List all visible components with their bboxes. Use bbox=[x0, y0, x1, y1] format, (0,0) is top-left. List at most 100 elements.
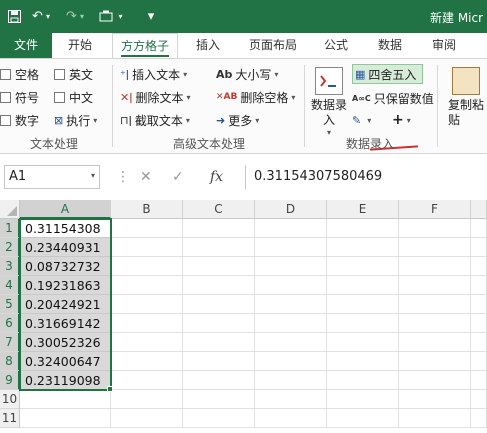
name-box[interactable]: A1 bbox=[4, 165, 100, 189]
column-header-a[interactable]: A bbox=[20, 200, 111, 219]
empty-cell[interactable] bbox=[183, 352, 255, 371]
empty-cell[interactable] bbox=[399, 219, 471, 238]
row-header[interactable]: 7 bbox=[0, 333, 20, 352]
empty-cell[interactable] bbox=[255, 238, 327, 257]
empty-cell[interactable] bbox=[111, 219, 183, 238]
cell-a6[interactable]: 0.31669142 bbox=[20, 314, 111, 333]
empty-cell[interactable] bbox=[327, 238, 399, 257]
column-header-g[interactable] bbox=[471, 200, 487, 219]
cell-a1[interactable]: 0.31154308 bbox=[20, 219, 111, 238]
empty-cell[interactable] bbox=[327, 295, 399, 314]
checkbox-number[interactable]: 数字 bbox=[0, 111, 39, 129]
empty-cell[interactable] bbox=[399, 352, 471, 371]
row-header[interactable]: 6 bbox=[0, 314, 20, 333]
column-header-f[interactable]: F bbox=[399, 200, 471, 219]
add-button[interactable]: + ▾ bbox=[392, 111, 411, 129]
empty-cell[interactable] bbox=[327, 219, 399, 238]
quick-access-menu-icon[interactable]: ▾ bbox=[146, 6, 156, 26]
empty-cell[interactable] bbox=[327, 352, 399, 371]
fill-handle[interactable] bbox=[107, 386, 113, 392]
empty-cell[interactable] bbox=[111, 257, 183, 276]
cell-a10[interactable] bbox=[20, 390, 111, 409]
case-button[interactable]: Ab 大小写 ▾ bbox=[216, 65, 278, 83]
customize-icon[interactable]: ▾ bbox=[96, 6, 126, 26]
cell-a8[interactable]: 0.32400647 bbox=[20, 352, 111, 371]
checkbox-english[interactable]: 英文 bbox=[54, 65, 93, 83]
empty-cell[interactable] bbox=[327, 257, 399, 276]
execute-button[interactable]: ⊠ 执行 ▾ bbox=[54, 111, 97, 129]
tab-page-layout[interactable]: 页面布局 bbox=[240, 33, 306, 58]
empty-cell[interactable] bbox=[111, 295, 183, 314]
empty-cell[interactable] bbox=[255, 371, 327, 390]
cell-a11[interactable] bbox=[20, 409, 111, 428]
cell-a3[interactable]: 0.08732732 bbox=[20, 257, 111, 276]
tab-review[interactable]: 审阅 bbox=[426, 33, 462, 58]
empty-cell[interactable] bbox=[183, 295, 255, 314]
empty-cell[interactable] bbox=[327, 390, 399, 409]
formula-menu-icon[interactable]: ⋮ bbox=[116, 165, 130, 189]
copy-paste-button[interactable]: 复制粘贴 bbox=[444, 67, 487, 128]
empty-cell[interactable] bbox=[255, 390, 327, 409]
column-header-b[interactable]: B bbox=[111, 200, 183, 219]
empty-cell[interactable] bbox=[327, 333, 399, 352]
row-header[interactable]: 8 bbox=[0, 352, 20, 371]
tab-formulas[interactable]: 公式 bbox=[318, 33, 354, 58]
insert-function-button[interactable]: fx bbox=[210, 165, 223, 189]
empty-cell[interactable] bbox=[399, 409, 471, 428]
select-all-button[interactable] bbox=[0, 200, 20, 219]
undo-icon[interactable]: ↶ ▾ bbox=[28, 6, 54, 26]
tab-file[interactable]: 文件 bbox=[0, 33, 52, 58]
empty-cell[interactable] bbox=[111, 314, 183, 333]
empty-cell[interactable] bbox=[255, 333, 327, 352]
redo-icon[interactable]: ↷ ▾ bbox=[62, 6, 88, 26]
empty-cell[interactable] bbox=[111, 238, 183, 257]
tab-insert[interactable]: 插入 bbox=[190, 33, 226, 58]
name-box-dropdown-icon[interactable]: ▾ bbox=[91, 171, 95, 180]
row-header[interactable]: 9 bbox=[0, 371, 20, 390]
empty-cell[interactable] bbox=[471, 257, 487, 276]
empty-cell[interactable] bbox=[255, 314, 327, 333]
row-header[interactable]: 3 bbox=[0, 257, 20, 276]
empty-cell[interactable] bbox=[183, 238, 255, 257]
row-header[interactable]: 1 bbox=[0, 219, 20, 238]
empty-cell[interactable] bbox=[399, 314, 471, 333]
column-header-d[interactable]: D bbox=[255, 200, 327, 219]
formula-input[interactable]: 0.31154307580469 bbox=[245, 165, 487, 189]
empty-cell[interactable] bbox=[471, 314, 487, 333]
empty-cell[interactable] bbox=[471, 390, 487, 409]
delete-text-button[interactable]: ✕ǀ 删除文本 ▾ bbox=[120, 88, 191, 106]
empty-cell[interactable] bbox=[471, 295, 487, 314]
insert-text-button[interactable]: ⁺ǀ 插入文本 ▾ bbox=[120, 65, 187, 83]
empty-cell[interactable] bbox=[111, 371, 183, 390]
tab-fangfang[interactable]: 方方格子 bbox=[112, 33, 178, 59]
spreadsheet-grid[interactable]: A B C D E F 1 2 3 4 5 6 7 8 9 10 11 0.31… bbox=[0, 200, 487, 433]
empty-cell[interactable] bbox=[327, 371, 399, 390]
empty-cell[interactable] bbox=[399, 333, 471, 352]
cancel-icon[interactable]: ✕ bbox=[140, 165, 152, 189]
empty-cell[interactable] bbox=[111, 409, 183, 428]
enter-icon[interactable]: ✓ bbox=[172, 165, 184, 189]
column-header-e[interactable]: E bbox=[327, 200, 399, 219]
cell-a9[interactable]: 0.23119098 bbox=[20, 371, 111, 390]
empty-cell[interactable] bbox=[111, 276, 183, 295]
empty-cell[interactable] bbox=[255, 409, 327, 428]
empty-cell[interactable] bbox=[471, 352, 487, 371]
empty-cell[interactable] bbox=[327, 314, 399, 333]
data-entry-button[interactable]: 数据录入 ▾ bbox=[309, 67, 349, 137]
checkbox-space[interactable]: 空格 bbox=[0, 65, 39, 83]
empty-cell[interactable] bbox=[471, 276, 487, 295]
empty-cell[interactable] bbox=[399, 257, 471, 276]
empty-cell[interactable] bbox=[255, 276, 327, 295]
row-header[interactable]: 2 bbox=[0, 238, 20, 257]
tab-home[interactable]: 开始 bbox=[60, 33, 100, 58]
row-header[interactable]: 10 bbox=[0, 390, 20, 409]
cell-a2[interactable]: 0.23440931 bbox=[20, 238, 111, 257]
save-icon[interactable] bbox=[6, 6, 22, 26]
empty-cell[interactable] bbox=[183, 409, 255, 428]
empty-cell[interactable] bbox=[327, 409, 399, 428]
empty-cell[interactable] bbox=[183, 333, 255, 352]
empty-cell[interactable] bbox=[399, 390, 471, 409]
tab-data[interactable]: 数据 bbox=[372, 33, 408, 58]
keep-value-button[interactable]: A∞C 只保留数值 bbox=[352, 89, 434, 107]
cell-a7[interactable]: 0.30052326 bbox=[20, 333, 111, 352]
